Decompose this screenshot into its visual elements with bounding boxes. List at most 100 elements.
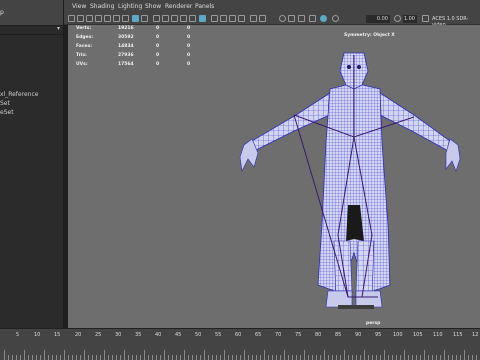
frame-tick (452, 355, 453, 360)
viewport-panel: View Shading Lighting Show Renderer Pane… (64, 0, 480, 328)
frame-tick (308, 355, 309, 360)
safe-action-icon[interactable] (259, 15, 266, 22)
frame-tick (220, 355, 221, 360)
exposure-field[interactable]: 0.00 (366, 15, 390, 23)
frame-label: 70 (275, 332, 282, 338)
frame-tick (124, 350, 125, 360)
frame-tick (404, 350, 405, 360)
frame-tick (156, 355, 157, 360)
frame-tick (68, 355, 69, 360)
field-chart-icon[interactable] (250, 15, 257, 22)
frame-label: 110 (433, 332, 443, 338)
ambient-occlusion-icon[interactable] (211, 15, 218, 22)
frame-tick (24, 350, 25, 360)
frame-tick (400, 355, 401, 360)
frame-label: 25 (95, 332, 102, 338)
frame-tick (52, 355, 53, 360)
gamma-icon[interactable] (288, 15, 295, 22)
film-gate-icon[interactable] (113, 15, 120, 22)
frame-tick (4, 350, 5, 360)
isolate-select-icon[interactable] (199, 15, 206, 22)
chevron-down-icon[interactable]: ▾ (57, 25, 60, 32)
frame-tick (432, 355, 433, 360)
frame-tick (272, 355, 273, 360)
frame-tick (348, 355, 349, 360)
panel-toolbar: 0.00 1.00 ACES 1.0 SDR-video (64, 13, 480, 28)
frame-tick (72, 355, 73, 360)
wireframe-icon[interactable] (153, 15, 160, 22)
exposure-icon[interactable] (279, 15, 286, 22)
gamma-value-icon[interactable] (394, 15, 401, 22)
hud-icon[interactable] (298, 15, 305, 22)
frame-tick (384, 350, 385, 360)
xray-icon[interactable] (141, 15, 148, 22)
frame-tick (248, 355, 249, 360)
outliner-item[interactable]: eSet (0, 109, 14, 116)
frame-tick (44, 350, 45, 360)
menu-view[interactable]: View (72, 3, 86, 10)
frame-tick (328, 355, 329, 360)
bookmark-icon[interactable] (86, 15, 93, 22)
wireframe-on-shaded-icon[interactable] (132, 15, 139, 22)
resolution-gate-icon[interactable] (122, 15, 129, 22)
gamma-field[interactable]: 1.00 (403, 15, 417, 23)
time-slider[interactable]: 5 10 15 20 25 30 35 40 45 50 55 60 65 70… (0, 328, 480, 360)
frame-tick (336, 355, 337, 360)
frame-tick (200, 355, 201, 360)
color-management-icon[interactable] (320, 15, 327, 22)
smooth-shade-icon[interactable] (162, 15, 169, 22)
motion-blur-icon[interactable] (220, 15, 227, 22)
frame-tick (292, 355, 293, 360)
grid-icon[interactable] (104, 15, 111, 22)
view-transform-icon[interactable] (309, 15, 316, 22)
outliner-item[interactable]: xl_Reference (0, 91, 38, 98)
menu-lighting[interactable]: Lighting (118, 3, 142, 10)
lighting-icon[interactable] (180, 15, 187, 22)
frame-tick (152, 355, 153, 360)
menu-show[interactable]: Show (145, 3, 161, 10)
depth-of-field-icon[interactable] (238, 15, 245, 22)
frame-tick (28, 355, 29, 360)
frame-tick (120, 355, 121, 360)
frame-label: 50 (195, 332, 202, 338)
frame-tick (268, 355, 269, 360)
frame-tick (160, 355, 161, 360)
menu-panels[interactable]: Panels (195, 3, 214, 10)
character-mesh[interactable] (68, 25, 480, 328)
textured-icon[interactable] (171, 15, 178, 22)
panel-menu-bar: View Shading Lighting Show Renderer Pane… (64, 0, 480, 13)
frame-tick (216, 355, 217, 360)
frame-label: 5 (16, 332, 20, 338)
frame-tick (84, 350, 85, 360)
menu-renderer[interactable]: Renderer (165, 3, 192, 10)
frame-tick (424, 350, 425, 360)
frame-tick (296, 355, 297, 360)
outliner-filter[interactable]: ▾ (0, 25, 63, 35)
menu-shading[interactable]: Shading (90, 3, 114, 10)
frame-label: 30 (115, 332, 122, 338)
outliner-item[interactable]: Set (0, 100, 10, 107)
camera-attributes-icon[interactable] (77, 15, 84, 22)
shadows-icon[interactable] (189, 15, 196, 22)
frame-tick (356, 355, 357, 360)
frame-label: 40 (155, 332, 162, 338)
frame-label: 20 (75, 332, 82, 338)
select-camera-icon[interactable] (68, 15, 75, 22)
frame-tick (368, 355, 369, 360)
3d-scene[interactable]: Verts: 19216 0 0 Edges: 30592 0 0 Faces:… (68, 25, 480, 328)
exposure-value-icon[interactable] (332, 15, 339, 22)
outliner-title: p (0, 9, 4, 16)
color-space-toggle-icon[interactable] (422, 15, 429, 22)
frame-tick (56, 355, 57, 360)
frame-tick (332, 355, 333, 360)
frame-tick (232, 355, 233, 360)
image-plane-icon[interactable] (95, 15, 102, 22)
frame-tick (436, 355, 437, 360)
frame-label: 95 (375, 332, 382, 338)
frame-tick (40, 355, 41, 360)
anti-aliasing-icon[interactable] (229, 15, 236, 22)
frame-tick (380, 355, 381, 360)
frame-tick (96, 355, 97, 360)
frame-tick (88, 355, 89, 360)
frame-tick (16, 355, 17, 360)
